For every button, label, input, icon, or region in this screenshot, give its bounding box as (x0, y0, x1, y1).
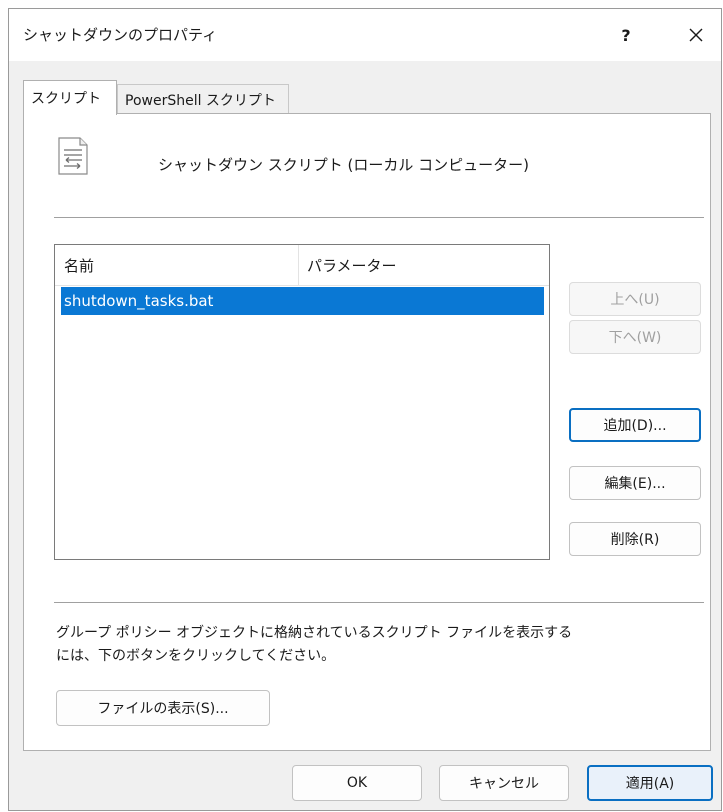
info-divider (54, 602, 704, 603)
close-icon (689, 28, 703, 42)
column-header-parameters[interactable]: パラメーター (307, 255, 397, 276)
info-text-line-1: グループ ポリシー オブジェクトに格納されているスクリプト ファイルを表示する (56, 625, 573, 641)
scripts-list[interactable]: 名前 パラメーター shutdown_tasks.bat (54, 244, 550, 560)
show-files-button[interactable]: ファイルの表示(S)... (56, 690, 270, 726)
ok-button[interactable]: OK (292, 765, 422, 801)
tab-powershell-scripts[interactable]: PowerShell スクリプト (117, 84, 289, 114)
dialog-title: シャットダウンのプロパティ (23, 26, 218, 44)
panel-heading: シャットダウン スクリプト (ローカル コンピューター) (158, 156, 530, 174)
properties-dialog: シャットダウンのプロパティ ? スクリプト PowerShell スクリプト シ… (8, 8, 722, 811)
list-header: 名前 パラメーター (55, 245, 549, 286)
script-document-icon (56, 136, 90, 176)
info-text-line-2: には、下のボタンをクリックしてください。 (56, 648, 336, 664)
info-text: グループ ポリシー オブジェクトに格納されているスクリプト ファイルを表示する … (56, 622, 616, 668)
heading-divider (54, 217, 704, 218)
move-down-button[interactable]: 下へ(W) (569, 320, 701, 354)
add-button[interactable]: 追加(D)... (569, 408, 701, 442)
delete-button[interactable]: 削除(R) (569, 522, 701, 556)
column-separator[interactable] (298, 245, 299, 285)
column-header-name[interactable]: 名前 (64, 255, 94, 276)
close-button[interactable] (673, 15, 719, 55)
move-up-button[interactable]: 上へ(U) (569, 282, 701, 316)
tab-scripts[interactable]: スクリプト (23, 80, 117, 115)
title-bar: シャットダウンのプロパティ ? (9, 9, 721, 61)
help-button[interactable]: ? (603, 15, 649, 55)
list-item-name: shutdown_tasks.bat (64, 292, 214, 310)
list-item[interactable]: shutdown_tasks.bat (61, 287, 544, 315)
apply-button[interactable]: 適用(A) (587, 765, 713, 801)
tab-panel: シャットダウン スクリプト (ローカル コンピューター) 名前 パラメーター s… (23, 113, 711, 751)
cancel-button[interactable]: キャンセル (439, 765, 569, 801)
edit-button[interactable]: 編集(E)... (569, 466, 701, 500)
